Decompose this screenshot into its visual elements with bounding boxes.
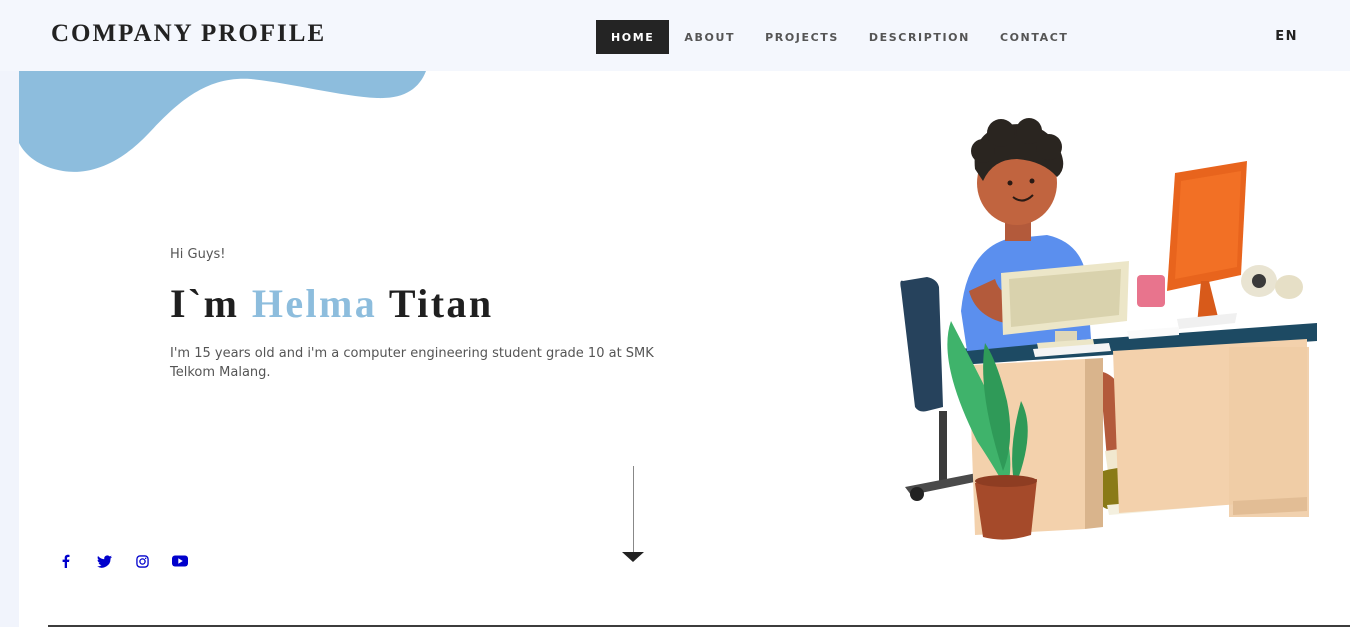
nav-contact[interactable]: CONTACT xyxy=(985,20,1084,54)
main-nav: HOME ABOUT PROJECTS DESCRIPTION CONTACT xyxy=(596,20,1084,54)
scroll-down-icon[interactable] xyxy=(622,552,644,562)
hero-description: I'm 15 years old and i'm a computer engi… xyxy=(170,346,654,380)
title-highlight: Helma xyxy=(251,281,378,326)
hero-title: I`m Helma Titan xyxy=(170,280,493,327)
nav-description[interactable]: DESCRIPTION xyxy=(854,20,985,54)
title-suffix: Titan xyxy=(388,281,494,326)
greeting-text: Hi Guys! xyxy=(170,247,226,262)
decorative-blob xyxy=(19,71,426,172)
nav-projects[interactable]: PROJECTS xyxy=(750,20,854,54)
language-switch[interactable]: EN xyxy=(1275,29,1298,44)
nav-about[interactable]: ABOUT xyxy=(669,20,750,54)
facebook-icon[interactable] xyxy=(55,550,77,572)
scroll-indicator-line xyxy=(633,466,634,553)
hero-section: Hi Guys! I`m Helma Titan I'm 15 years ol… xyxy=(19,71,1350,627)
navbar: COMPANY PROFILE HOME ABOUT PROJECTS DESC… xyxy=(0,0,1350,71)
nav-home[interactable]: HOME xyxy=(596,20,670,54)
brand-logo[interactable]: COMPANY PROFILE xyxy=(51,20,326,48)
youtube-icon[interactable] xyxy=(169,550,191,572)
twitter-icon[interactable] xyxy=(93,550,115,572)
social-links xyxy=(55,550,191,572)
instagram-icon[interactable] xyxy=(131,550,153,572)
title-prefix: I`m xyxy=(170,281,240,326)
developer-illustration xyxy=(900,118,1317,540)
